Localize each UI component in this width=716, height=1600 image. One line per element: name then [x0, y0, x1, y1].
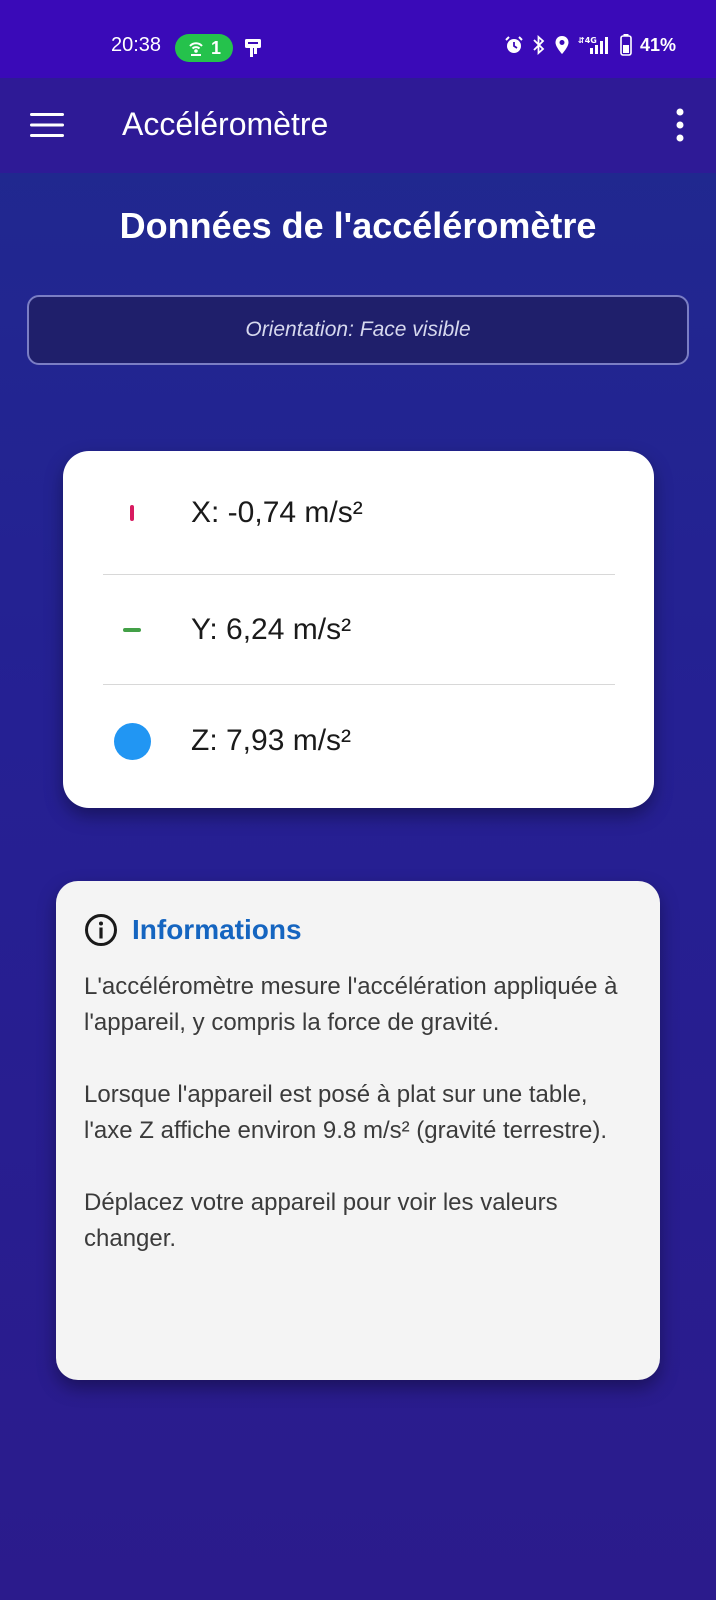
axis-row-y: Y: 6,24 m/s² — [103, 575, 615, 684]
status-icons: ⇵4G 41% — [504, 34, 676, 56]
status-bar: 20:38 1 ⇵4G 41% — [0, 0, 716, 78]
svg-text:⇵4G: ⇵4G — [578, 36, 597, 45]
y-axis-marker — [123, 627, 141, 632]
info-paragraph: Lorsque l'appareil est posé à plat sur u… — [84, 1081, 607, 1144]
app-title: Accéléromètre — [122, 106, 329, 142]
orientation-text: Orientation: Face visible — [245, 318, 471, 341]
y-axis-value: Y: 6,24 m/s² — [191, 612, 352, 646]
info-card: Informations L'accéléromètre mesure l'ac… — [56, 881, 660, 1380]
battery-percent: 41% — [639, 34, 676, 55]
info-title: Informations — [132, 914, 302, 945]
hotspot-indicator[interactable]: 1 — [175, 34, 233, 62]
alarm-icon — [505, 36, 523, 53]
orientation-status: Orientation: Face visible — [27, 295, 689, 365]
x-axis-value: X: -0,74 m/s² — [191, 495, 363, 529]
status-time: 20:38 — [111, 34, 162, 56]
info-icon — [85, 914, 117, 946]
info-paragraph: Déplacez votre appareil pour voir les va… — [84, 1189, 558, 1252]
battery-icon — [620, 34, 632, 56]
location-icon — [555, 36, 569, 54]
x-axis-marker — [130, 504, 134, 521]
hotspot-icon — [189, 42, 203, 56]
page-title: Données de l'accéléromètre — [119, 205, 597, 246]
nfc-payment-icon — [245, 39, 261, 57]
info-paragraph: L'accéléromètre mesure l'accélération ap… — [84, 973, 618, 1036]
app-bar: Accéléromètre — [0, 78, 716, 173]
z-axis-marker — [113, 722, 151, 760]
signal-4g-icon: ⇵4G — [578, 36, 608, 54]
more-options-icon[interactable] — [674, 108, 686, 142]
axes-card: X: -0,74 m/s² Y: 6,24 m/s² Z: 7,93 m/s² — [63, 451, 654, 808]
axis-row-z: Z: 7,93 m/s² — [103, 685, 615, 797]
info-header: Informations — [84, 909, 630, 951]
axis-row-x: X: -0,74 m/s² — [103, 451, 615, 574]
hamburger-menu-icon[interactable] — [30, 112, 64, 138]
hotspot-count: 1 — [210, 37, 221, 58]
z-axis-value: Z: 7,93 m/s² — [191, 724, 352, 757]
bluetooth-icon — [533, 35, 545, 55]
